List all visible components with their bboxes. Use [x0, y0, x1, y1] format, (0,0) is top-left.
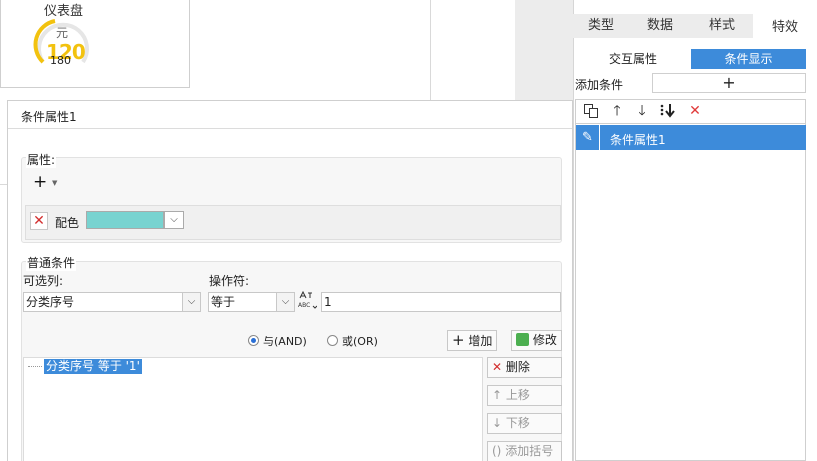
tab-effect[interactable]: 特效 — [753, 14, 817, 38]
operator-select-value: 等于 — [211, 295, 236, 309]
modify-condition-button[interactable]: 修改 — [511, 330, 562, 351]
add-condition-button[interactable]: + 增加 — [447, 330, 497, 351]
operator-label: 操作符: — [209, 274, 250, 288]
gauge-max: 180 — [50, 54, 71, 67]
column-select[interactable]: 分类序号 — [23, 292, 201, 312]
delete-attribute-button[interactable]: ✕ — [30, 212, 48, 230]
arrow-up-icon[interactable]: 🡑 — [609, 103, 625, 119]
or-radio[interactable] — [327, 335, 338, 346]
tab-type[interactable]: 类型 — [573, 14, 629, 38]
operator-select-dropdown-button[interactable]: ⌵ — [276, 293, 294, 311]
move-bottom-icon[interactable] — [659, 103, 675, 119]
move-up-button-label: 上移 — [505, 388, 530, 402]
move-down-button-label: 下移 — [505, 416, 530, 430]
add-condition-panel-button[interactable]: + — [652, 73, 806, 93]
move-bottom-glyph — [660, 104, 675, 118]
arrow-up-icon: ↑ — [492, 388, 503, 402]
tab-style[interactable]: 样式 — [691, 14, 753, 38]
and-radio[interactable] — [248, 335, 259, 346]
add-attribute-button[interactable]: + — [33, 173, 62, 193]
value-type-glyph: ABC — [298, 290, 318, 309]
plus-icon: + — [33, 172, 48, 192]
condition-tree-item[interactable]: 分类序号 等于 '1' — [44, 359, 142, 374]
value-input-text: 1 — [324, 295, 332, 309]
chevron-down-icon: ⌵ — [281, 296, 290, 307]
chevron-down-icon[interactable]: ▼ — [52, 179, 57, 187]
chevron-down-icon: ⌵ — [170, 214, 178, 225]
close-icon: ✕ — [33, 213, 45, 229]
condition-list-item-label: 条件属性1 — [610, 133, 666, 147]
arrow-down-icon: ↓ — [492, 416, 503, 430]
delete-condition-button[interactable]: ✕ 删除 — [487, 357, 562, 378]
tab-data[interactable]: 数据 — [629, 14, 691, 38]
pencil-icon[interactable]: ✎ — [576, 125, 600, 150]
modify-icon — [516, 333, 529, 346]
add-condition-button-label: 增加 — [468, 334, 493, 348]
arrow-down-icon[interactable]: 🡓 — [634, 103, 650, 119]
normal-condition-label: 普通条件 — [26, 254, 77, 271]
sub-tab-interaction[interactable]: 交互属性 — [577, 49, 689, 69]
add-bracket-button[interactable]: () 添加括号 — [487, 441, 562, 461]
color-swatch[interactable] — [86, 211, 164, 229]
gauge-unit: 元 — [56, 26, 69, 40]
svg-text:ABC: ABC — [298, 302, 310, 309]
delete-condition-button-label: 删除 — [505, 360, 530, 374]
and-radio-label[interactable]: 与(AND) — [263, 333, 307, 349]
chevron-down-icon: ⌵ — [187, 296, 196, 307]
gauge-widget[interactable] — [0, 0, 190, 88]
sub-tab-condition-display[interactable]: 条件显示 — [691, 49, 806, 69]
plus-icon: + — [722, 73, 736, 92]
bracket-icon: () — [492, 444, 502, 458]
modify-condition-button-label: 修改 — [532, 333, 557, 347]
add-condition-label: 添加条件 — [575, 78, 624, 92]
column-select-dropdown-button[interactable]: ⌵ — [182, 293, 200, 311]
canvas-scroll-area — [515, 0, 573, 100]
value-type-icon[interactable]: ABC — [297, 290, 318, 312]
column-select-value: 分类序号 — [26, 295, 75, 309]
condition-list — [575, 124, 806, 461]
column-label: 可选列: — [23, 274, 64, 288]
dialog-title-divider — [8, 128, 572, 129]
color-dropdown-button[interactable]: ⌵ — [164, 211, 184, 229]
delete-icon[interactable]: ✕ — [687, 103, 703, 119]
add-bracket-button-label: 添加括号 — [505, 444, 554, 458]
attribute-name: 配色 — [55, 216, 80, 230]
attributes-group-label: 属性: — [26, 151, 57, 168]
or-radio-label[interactable]: 或(OR) — [342, 333, 378, 349]
tree-connector — [28, 366, 42, 367]
plus-icon: + — [452, 331, 465, 349]
move-down-button[interactable]: ↓ 下移 — [487, 413, 562, 434]
canvas-grid-line — [430, 0, 431, 100]
condition-attribute-dialog: 条件属性1 属性: + ▼ ✕ 配色 ⌵ 普通条件 可选列: 操作符: 分类序号… — [7, 100, 573, 461]
copy-glyph — [584, 104, 598, 118]
dialog-title: 条件属性1 — [21, 110, 77, 124]
copy-icon[interactable] — [583, 103, 599, 119]
value-input[interactable]: 1 — [321, 292, 561, 312]
canvas-grid-line — [0, 184, 7, 185]
move-up-button[interactable]: ↑ 上移 — [487, 385, 562, 406]
close-icon: ✕ — [492, 360, 503, 374]
